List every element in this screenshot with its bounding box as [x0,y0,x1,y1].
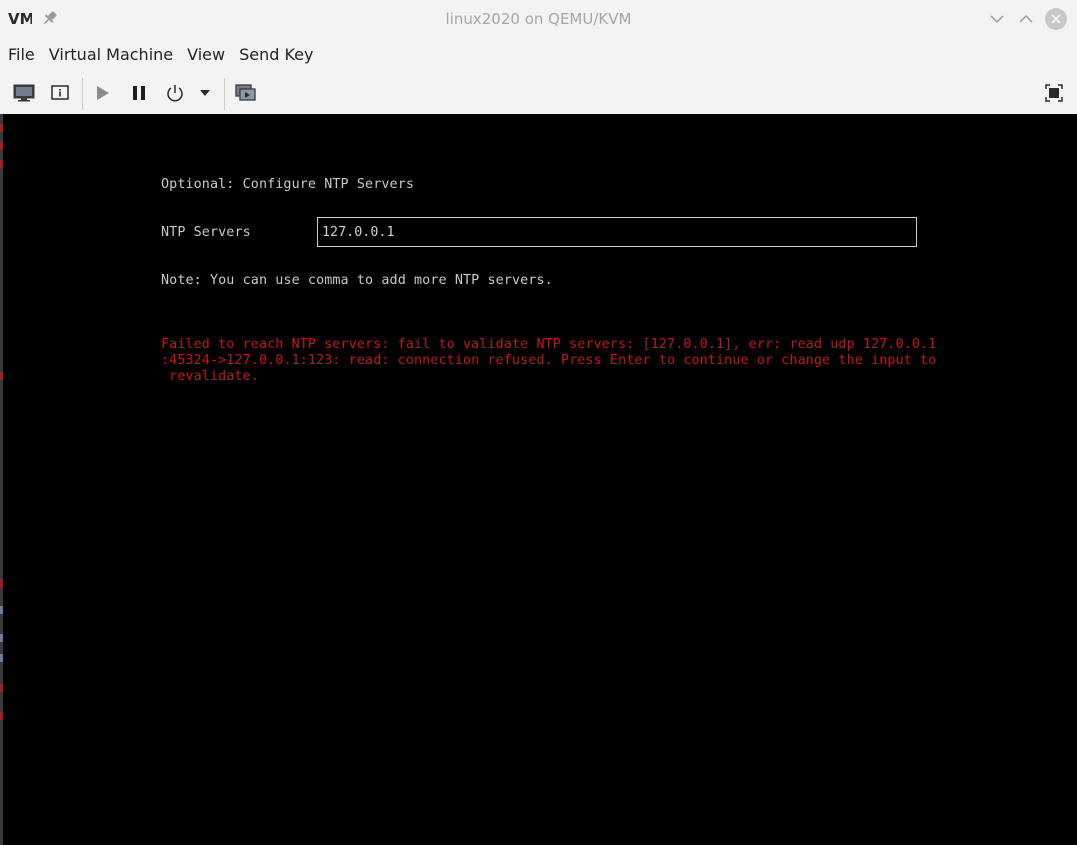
toolbar [0,74,1077,112]
svg-text:VM: VM [8,10,32,27]
maximize-button[interactable] [1015,8,1037,30]
monitor-icon [13,84,35,102]
snapshot-icon [235,84,256,101]
virt-manager-window: VM linux2020 on QEMU/KVM File Virtual Ma… [0,0,1077,845]
shutdown-menu-button[interactable] [193,80,217,106]
pin-icon[interactable] [42,9,58,27]
fullscreen-icon [1045,84,1063,102]
toolbar-separator [82,78,83,110]
run-button[interactable] [88,80,116,106]
power-icon [167,85,183,102]
minimize-button[interactable] [986,8,1008,30]
show-details-button[interactable] [46,80,74,106]
console-heading: Optional: Configure NTP Servers [161,177,415,192]
dropdown-arrow-icon [200,90,210,96]
toolbar-separator [224,78,225,110]
menu-file[interactable]: File [0,40,41,70]
vm-console[interactable]: Optional: Configure NTP Servers NTP Serv… [3,114,1077,845]
show-console-button[interactable] [10,80,38,106]
window-title: linux2020 on QEMU/KVM [445,10,632,28]
play-icon [97,86,109,100]
ntp-field-label: NTP Servers [161,225,251,240]
info-icon [51,85,69,100]
chevron-down-icon [990,15,1004,24]
console-note: Note: You can use comma to add more NTP … [161,273,553,288]
chevron-up-icon [1019,14,1033,23]
app-logo-icon: VM [8,9,35,28]
fullscreen-button[interactable] [1040,80,1068,106]
title-bar[interactable]: VM linux2020 on QEMU/KVM [0,0,1077,38]
error-message-line: :45324->127.0.0.1:123: read: connection … [161,353,937,368]
close-button[interactable] [1045,8,1067,30]
menu-view[interactable]: View [179,40,231,70]
menu-bar: File Virtual Machine View Send Key [0,40,1077,70]
shutdown-button[interactable] [161,80,189,106]
menu-send-key[interactable]: Send Key [231,40,319,70]
pause-icon [133,86,145,100]
error-message-line: Failed to reach NTP servers: fail to val… [161,337,937,352]
ntp-servers-value: 127.0.0.1 [322,225,395,240]
pause-button[interactable] [125,80,153,106]
ntp-servers-input[interactable]: 127.0.0.1 [317,217,917,247]
snapshots-button[interactable] [232,80,260,106]
error-message-line: revalidate. [161,369,259,384]
close-icon [1051,14,1061,24]
menu-virtual-machine[interactable]: Virtual Machine [41,40,179,70]
